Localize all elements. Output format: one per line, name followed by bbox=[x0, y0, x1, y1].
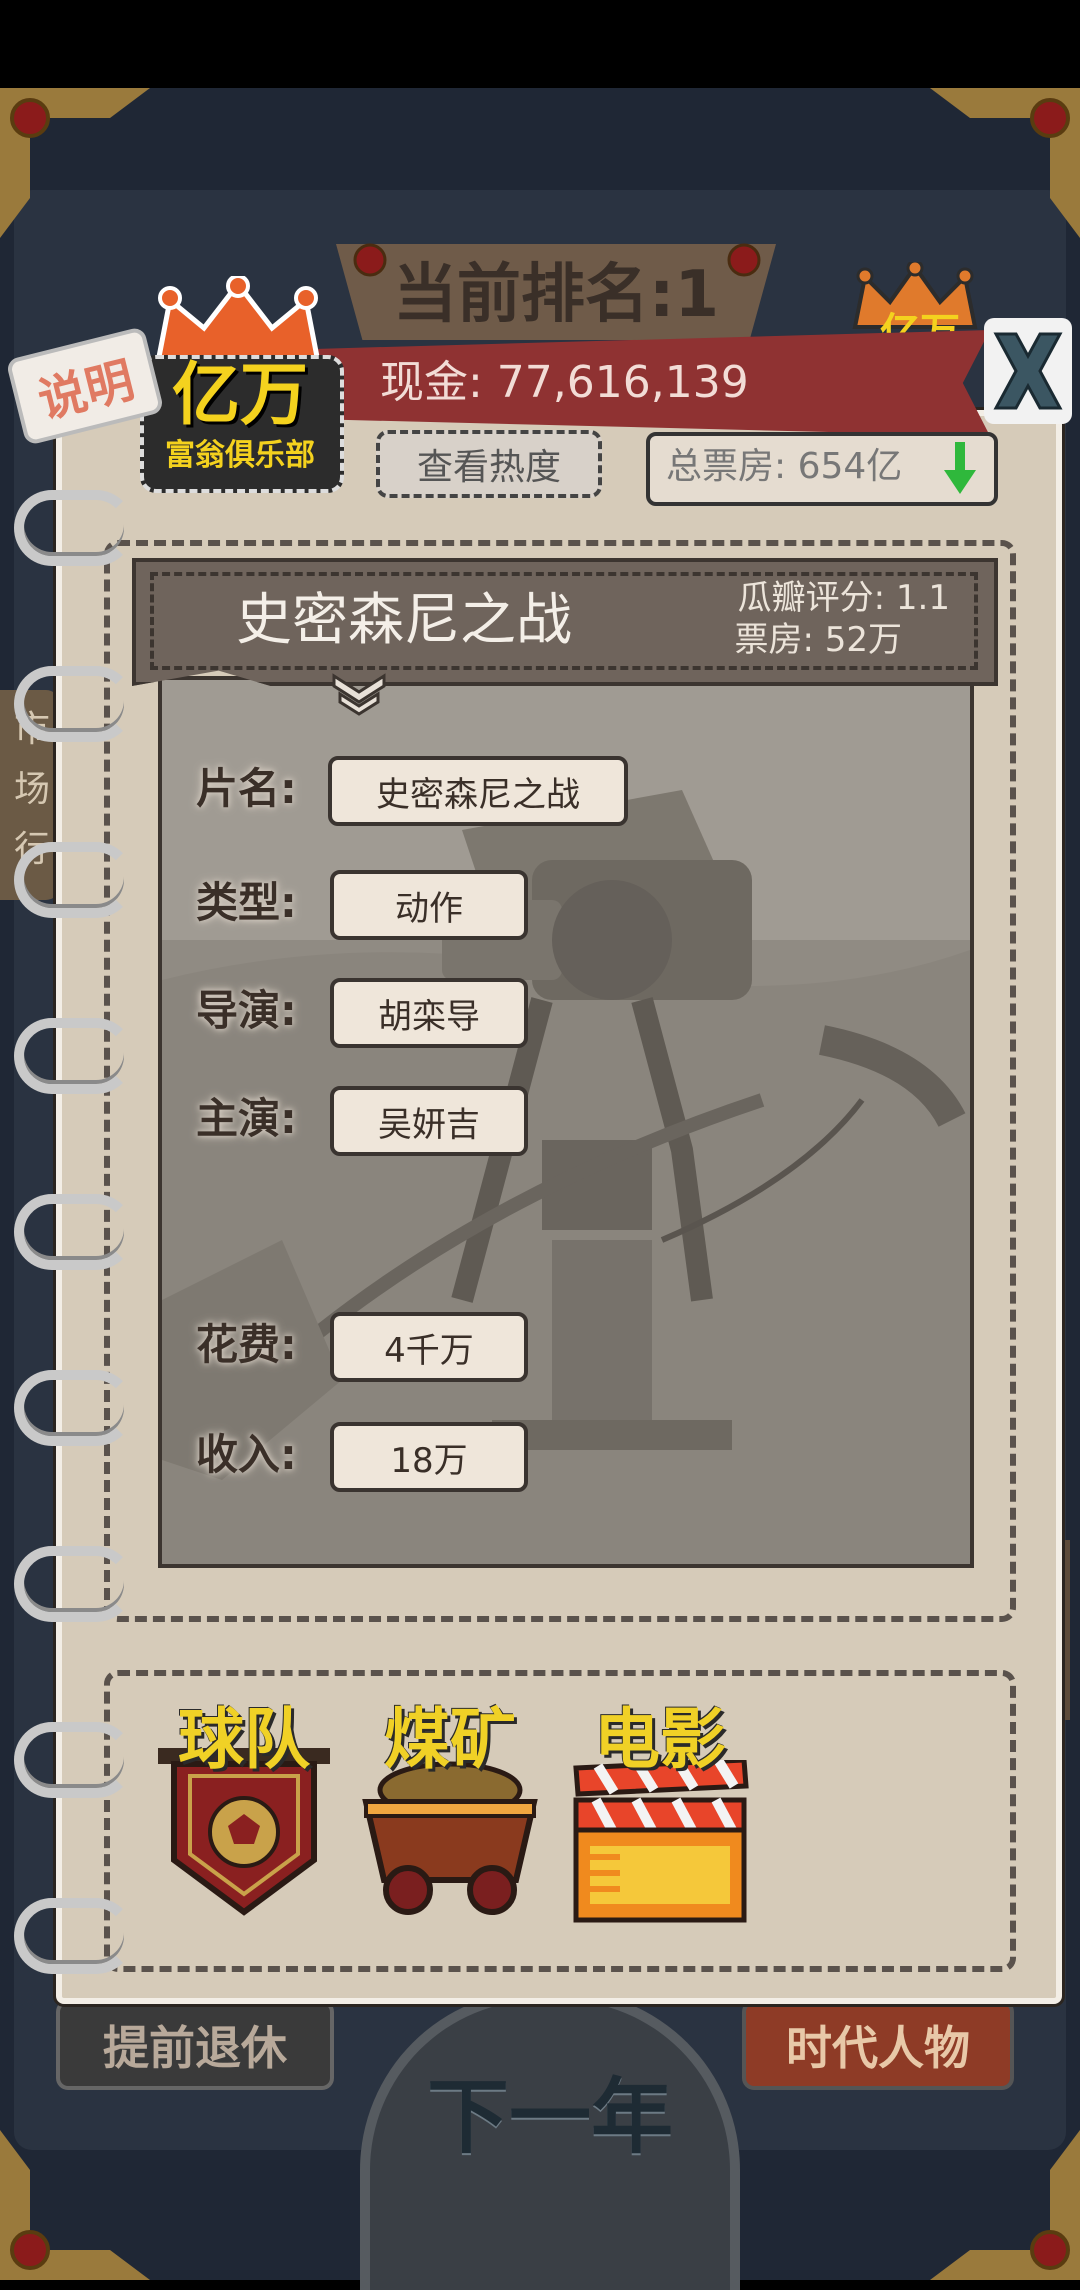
soccer-team-label: 球队 bbox=[178, 1701, 310, 1778]
movie-title: 史密森尼之战 bbox=[236, 588, 572, 653]
trend-down-arrow-icon bbox=[944, 442, 976, 494]
name-label: 片名: bbox=[196, 764, 297, 813]
logo-title: 亿万 bbox=[171, 356, 308, 435]
era-people-button[interactable]: 时代人物 bbox=[742, 2000, 1014, 2090]
crown-icon bbox=[154, 276, 322, 365]
corner-ornament-bottom-left bbox=[0, 2130, 150, 2280]
clapperboard-icon bbox=[573, 1760, 749, 1923]
retire-early-button[interactable]: 提前退休 bbox=[56, 2000, 334, 2090]
cost-label: 花费: bbox=[196, 1320, 297, 1369]
logo-subtitle: 富翁俱乐部 bbox=[165, 438, 315, 473]
binder-ring bbox=[14, 842, 134, 918]
binder-ring bbox=[14, 1898, 134, 1974]
genre-value: 动作 bbox=[330, 870, 528, 940]
corner-ornament-bottom-right bbox=[930, 2130, 1080, 2280]
binder-ring bbox=[14, 490, 134, 566]
movie-business-button[interactable]: 电影 bbox=[560, 1700, 760, 1930]
genre-label: 类型: bbox=[196, 878, 297, 927]
coal-mine-button[interactable]: 煤矿 bbox=[350, 1700, 550, 1930]
binder-ring bbox=[14, 1194, 134, 1270]
soccer-team-button[interactable]: 球队 bbox=[144, 1700, 344, 1930]
binder-ring bbox=[14, 1018, 134, 1094]
close-button[interactable] bbox=[984, 318, 1072, 424]
director-value: 胡栾导 bbox=[330, 978, 528, 1048]
movie-rating: 瓜瓣评分: 1.1 bbox=[737, 578, 950, 618]
binder-ring bbox=[14, 666, 134, 742]
coal-mine-label: 煤矿 bbox=[384, 1701, 516, 1778]
side-board-text-2: 场 bbox=[14, 769, 51, 810]
director-label: 导演: bbox=[196, 986, 297, 1035]
cash-amount: 现金: 77,616,139 bbox=[380, 357, 749, 408]
total-box-office: 总票房: 654亿 bbox=[666, 446, 903, 487]
chevron-down-icon[interactable] bbox=[330, 672, 388, 716]
next-year-button[interactable]: 下一年 bbox=[400, 2050, 700, 2165]
binder-ring bbox=[14, 1546, 134, 1622]
current-rank: 当前排名:1 bbox=[392, 258, 720, 332]
name-value: 史密森尼之战 bbox=[328, 756, 628, 826]
income-label: 收入: bbox=[196, 1430, 297, 1479]
lead-actor-value: 吴妍吉 bbox=[330, 1086, 528, 1156]
lead-actor-label: 主演: bbox=[196, 1094, 297, 1143]
corner-ornament-top-left bbox=[0, 88, 150, 238]
income-value: 18万 bbox=[330, 1422, 528, 1492]
cost-value: 4千万 bbox=[330, 1312, 528, 1382]
movie-business-label: 电影 bbox=[594, 1701, 726, 1778]
view-heat-button[interactable]: 查看热度 bbox=[376, 430, 602, 498]
binder-ring bbox=[14, 1722, 134, 1798]
close-icon bbox=[993, 332, 1063, 410]
corner-ornament-top-right bbox=[930, 88, 1080, 238]
movie-box-office: 票房: 52万 bbox=[734, 620, 902, 660]
binder-ring bbox=[14, 1370, 134, 1446]
